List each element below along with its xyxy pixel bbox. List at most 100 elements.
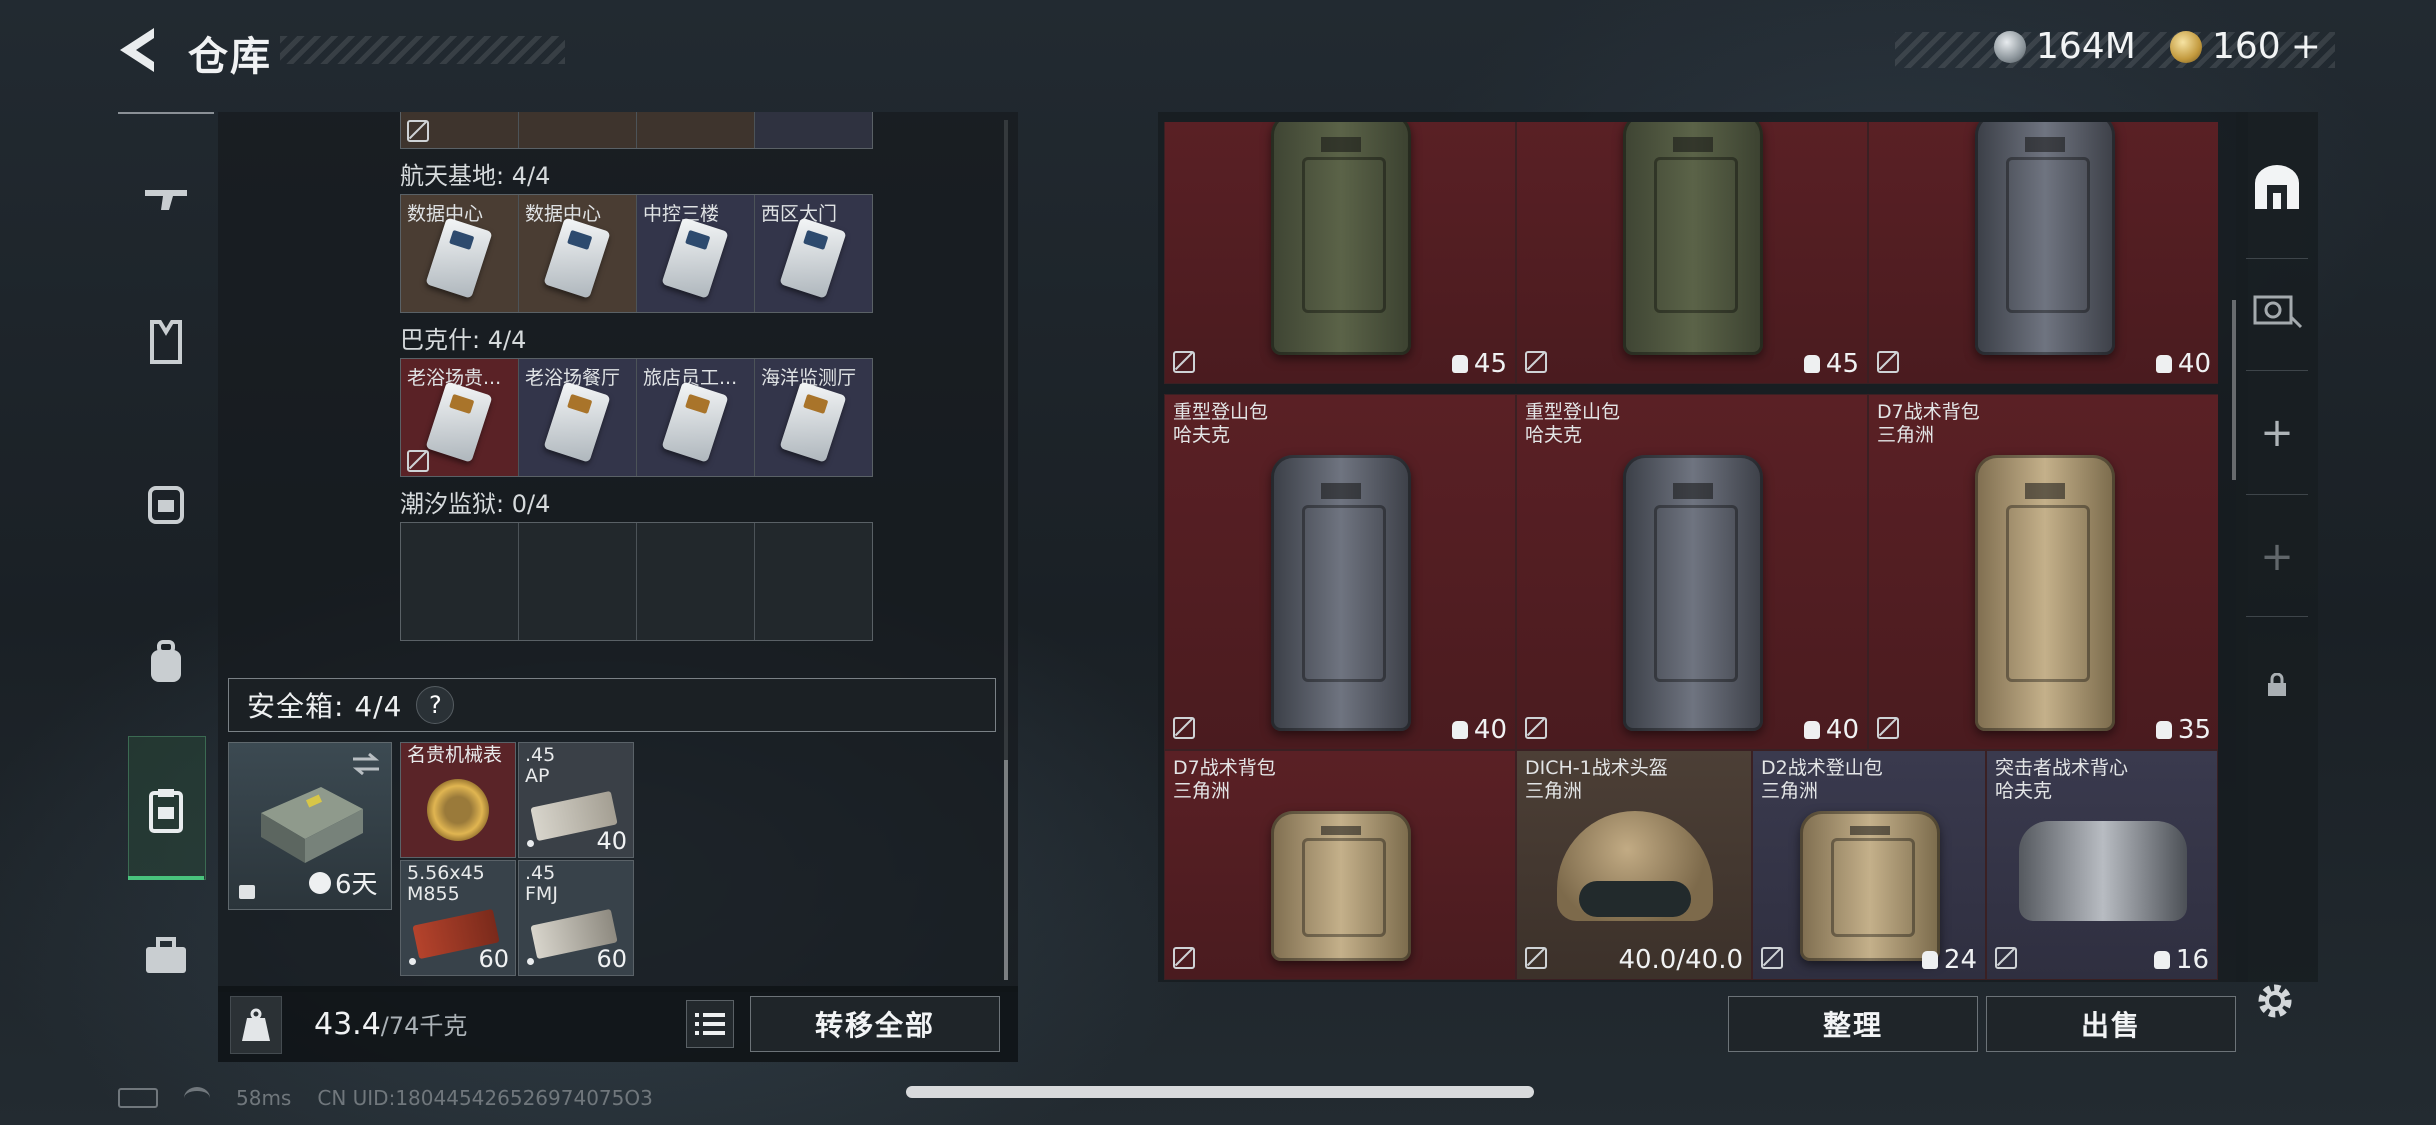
back-arrow-icon[interactable] [110,24,164,76]
item-qty: 16 [2175,945,2209,975]
lock-icon[interactable] [2248,656,2306,714]
capacity-icon [1803,721,1820,739]
warehouse-item[interactable]: 重型登山包 哈夫克 40 [1164,394,1516,750]
safe-box-case[interactable]: 6天 [228,742,392,910]
plus-icon[interactable]: + [2248,404,2306,462]
item-name: 重型登山包 哈夫克 [1525,401,1621,446]
safe-case-icon [261,787,363,863]
stash-cell[interactable] [519,112,637,148]
capacity-icon [1803,355,1820,373]
organize-button[interactable]: 整理 [1728,996,1978,1052]
item-qty-box: 45 [1451,349,1507,379]
capacity-icon [2153,951,2170,969]
backpack-icon [1975,122,2115,355]
ammo-dot [527,840,534,847]
safe-item-ammo[interactable]: .45 FMJ 60 [518,860,634,976]
keycard-slot[interactable]: 海洋监测厅 [755,359,872,476]
safe-box-label: 安全箱: 4/4 [247,690,403,723]
warehouse-item[interactable]: D7战术背包 三角洲 35 [1868,394,2218,750]
warehouse-item[interactable]: 突击者战术背心 哈夫克 16 [1986,750,2218,980]
stash-cell[interactable] [637,112,755,148]
uid-readout: CN UID:180445426526974075O3 [317,1086,653,1110]
vest-icon [2019,821,2187,921]
keycard-slot[interactable]: 数据中心 [519,195,637,312]
warehouse-item[interactable]: DICH-1战术头盔 三角洲 40.0/40.0 [1516,750,1752,980]
silver-amount: 164M [2036,26,2136,67]
unlocked-icon [1173,351,1195,373]
item-qty: 60 [596,945,627,973]
keycard-slot[interactable]: 旅店员工... [637,359,755,476]
toolbox-icon[interactable] [136,926,196,986]
backpack-icon [1271,122,1411,355]
armor-icon[interactable] [136,312,196,372]
item-qty: 40.0/40.0 [1618,945,1743,975]
keycard-slot[interactable]: 西区大门 [755,195,872,312]
shop-icon[interactable] [2248,158,2306,216]
empty-slot[interactable] [637,523,755,640]
help-icon[interactable]: ? [416,686,455,724]
safe-box-header: 安全箱: 4/4 ? [228,678,996,732]
add-gold-icon[interactable]: + [2291,26,2321,67]
keycard-icon [661,217,729,299]
warehouse-item[interactable]: D7战术背包 三角洲 [1164,750,1516,980]
warehouse-item[interactable]: 重型登山包 哈夫克 40 [1516,394,1868,750]
item-qty: 35 [2177,715,2211,745]
transfer-all-button[interactable]: 转移全部 [750,996,1000,1052]
item-qty-box: 35 [2155,715,2211,745]
keycard-slot[interactable]: 中控三楼 [637,195,755,312]
item-qty-box: 40 [1451,715,1507,745]
warehouse-item[interactable]: 45 [1516,122,1868,384]
capacity-icon [1451,721,1468,739]
keycard-slot[interactable]: 老浴场贵... [401,359,519,476]
swap-icon[interactable] [351,751,381,777]
item-qty: 60 [478,945,509,973]
warehouse-item[interactable]: 40 [1868,122,2218,384]
rifle-icon[interactable] [136,168,196,228]
stash-cell[interactable] [755,112,872,148]
list-view-button[interactable] [686,1000,734,1048]
kg-icon [230,996,282,1054]
item-qty-box: 40 [2155,349,2211,379]
empty-slot[interactable] [755,523,872,640]
lock-icon [239,885,255,899]
unlocked-icon [1173,947,1195,969]
warehouse-item[interactable]: 45 [1164,122,1516,384]
safe-item-ammo[interactable]: 5.56x45 M855 60 [400,860,516,976]
item-name: .45 AP [525,744,556,787]
safe-item-watch[interactable]: 名贵机械表 [400,742,516,858]
vault-icon[interactable] [2248,280,2306,338]
empty-slot[interactable] [519,523,637,640]
plus-icon[interactable]: + [2248,528,2306,586]
silver-currency[interactable]: 164M [1994,26,2136,67]
rig-icon[interactable] [136,474,196,534]
gold-currency[interactable]: 160 + [2170,26,2321,67]
sell-button[interactable]: 出售 [1986,996,2236,1052]
keycard-slot[interactable]: 数据中心 [401,195,519,312]
warehouse-item[interactable]: D2战术登山包 三角洲 24 [1752,750,1986,980]
item-name: 突击者战术背心 哈夫克 [1995,757,2129,802]
safe-item-ammo[interactable]: .45 AP 40 [518,742,634,858]
silver-coin-icon [1994,30,2026,63]
safe-duration: 6天 [309,864,378,901]
gear-icon[interactable] [2254,980,2296,1022]
page-title: 仓库 [188,34,272,80]
unlocked-icon [1877,351,1899,373]
empty-slot[interactable] [401,523,519,640]
backpack-icon[interactable] [136,632,196,692]
ping-readout: 58ms [236,1086,292,1110]
left-scrollbar-thumb[interactable] [1004,760,1008,980]
keycard-slot[interactable]: 老浴场餐厅 [519,359,637,476]
home-indicator[interactable] [906,1086,1534,1098]
item-qty: 40 [1825,715,1859,745]
safebox-icon[interactable] [136,780,196,840]
keycard-icon [425,381,493,463]
keycard-grid-3 [400,522,873,641]
item-qty: 40 [596,827,627,855]
keycard-icon [779,217,847,299]
backpack-icon [1800,811,1940,961]
item-qty-box: 24 [1921,945,1977,975]
backpack-icon [1623,455,1763,731]
stash-cell[interactable] [401,112,519,148]
unlocked-icon [1995,947,2017,969]
item-name: 名贵机械表 [407,744,503,766]
